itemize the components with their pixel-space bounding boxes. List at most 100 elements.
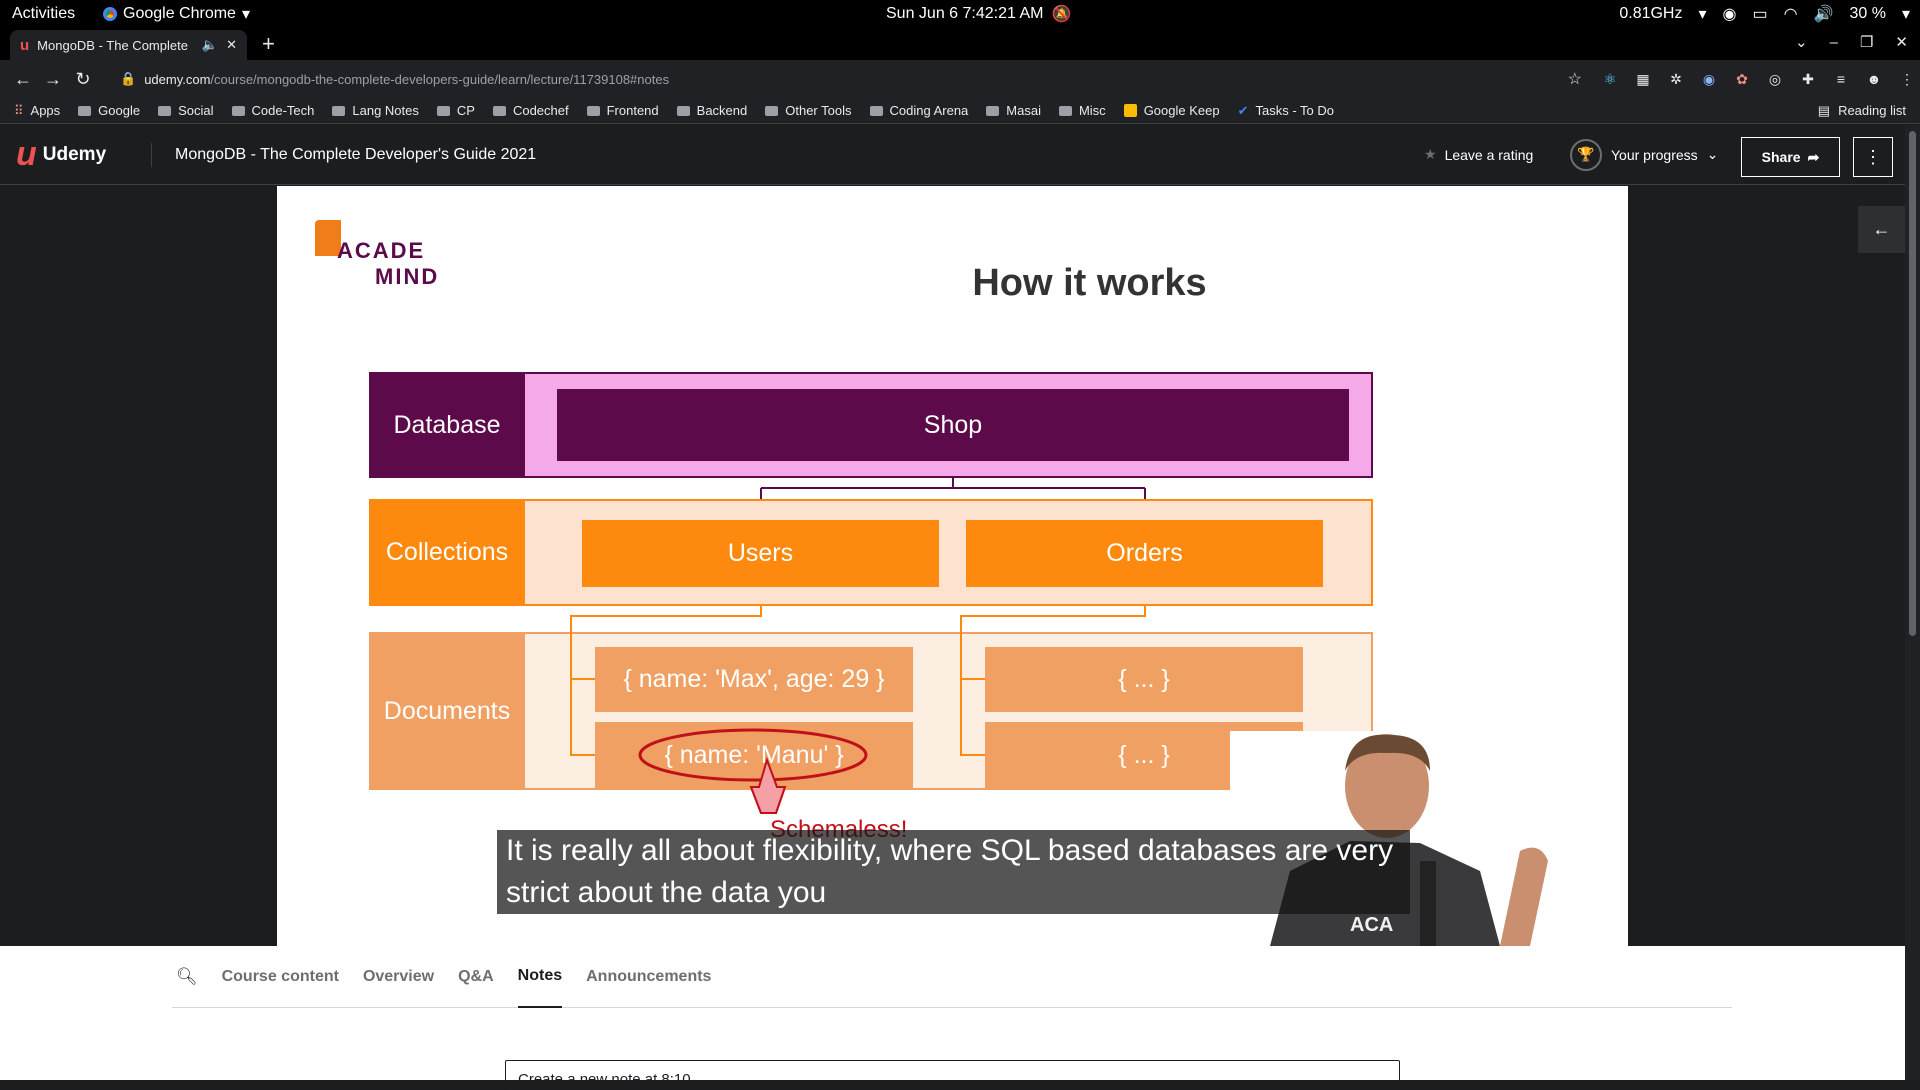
page-scrollbar[interactable]	[1905, 125, 1920, 1080]
bookmark-folder[interactable]: Backend	[676, 103, 747, 118]
kebab-menu-icon: ⋮	[1864, 146, 1882, 167]
bookmark-folder[interactable]: Code-Tech	[231, 103, 314, 118]
collections-label: Collections	[369, 499, 525, 606]
bookmark-star-icon[interactable]: ☆	[1568, 69, 1582, 89]
your-progress-button[interactable]: 🏆 Your progress ⌄	[1570, 138, 1719, 171]
reload-icon[interactable]: ↻	[68, 69, 98, 90]
profile-avatar-icon[interactable]: ☻	[1864, 69, 1884, 89]
course-tabs: 🔍︎ Course content Overview Q&A Notes Ann…	[172, 946, 1732, 1008]
folder-icon	[158, 105, 172, 116]
maximize-icon[interactable]: ❐	[1860, 33, 1873, 51]
extension-icon[interactable]: ◎	[1765, 69, 1785, 89]
extension-icon[interactable]: ✲	[1666, 69, 1686, 89]
lock-icon[interactable]: 🔒	[120, 71, 136, 87]
chevron-down-icon: ⌄	[1706, 146, 1719, 162]
close-tab-icon[interactable]: ✕	[226, 37, 237, 53]
course-title[interactable]: MongoDB - The Complete Developer's Guide…	[175, 146, 536, 164]
bookmark-tasks[interactable]: ✔ Tasks - To Do	[1238, 103, 1334, 119]
bookmark-apps[interactable]: ⠿ Apps	[14, 103, 60, 119]
minimize-icon[interactable]: –	[1830, 34, 1838, 51]
bookmark-folder[interactable]: CP	[436, 103, 475, 118]
bookmarks-bar: ⠿ Apps Google Social Code-Tech Lang Notes…	[0, 98, 1920, 124]
extension-icon[interactable]: ▦	[1633, 69, 1653, 89]
app-name: Google Chrome	[123, 4, 236, 22]
folder-icon	[231, 105, 245, 116]
bookmark-folder[interactable]: Other Tools	[765, 103, 852, 118]
udemy-u-icon: u	[16, 135, 37, 173]
scrollbar-thumb[interactable]	[1909, 131, 1916, 636]
apps-grid-icon: ⠿	[14, 102, 24, 118]
shirt-logo-icon: ACA	[1350, 914, 1393, 936]
browser-tab-strip: u MongoDB - The Complete 🔈 ✕ + ⌄ – ❐ ✕	[0, 27, 1920, 60]
video-player[interactable]: ACADE MIND How it works Database Shop Co…	[0, 186, 1905, 946]
udemy-logo[interactable]: u Udemy	[16, 135, 106, 174]
discord-icon[interactable]: ◉	[1723, 4, 1737, 24]
bookmark-folder[interactable]: Lang Notes	[332, 103, 419, 118]
folder-icon	[492, 105, 506, 116]
color-picker-icon[interactable]: ✿	[1732, 69, 1752, 89]
chrome-icon	[103, 6, 117, 21]
leave-rating-button[interactable]: ★ Leave a rating	[1424, 146, 1533, 163]
folder-icon	[586, 105, 600, 116]
chevron-down-icon: ▾	[1698, 5, 1707, 23]
window-controls: ⌄ – ❐ ✕	[1795, 33, 1908, 52]
document-max: { name: 'Max', age: 29 }	[595, 647, 913, 712]
lecture-slide[interactable]: ACADE MIND How it works Database Shop Co…	[277, 186, 1628, 946]
share-arrow-icon: ➦	[1807, 148, 1820, 165]
bookmark-folder[interactable]: Masai	[986, 103, 1041, 118]
url-host: udemy.com	[144, 71, 211, 87]
battery-level: 30 %	[1849, 4, 1886, 22]
search-icon[interactable]: 🔍︎	[176, 967, 198, 987]
bookmark-google-keep[interactable]: Google Keep	[1123, 103, 1220, 118]
bookmark-folder[interactable]: Codechef	[492, 103, 569, 118]
puzzle-icon[interactable]: ✚	[1798, 69, 1818, 89]
star-icon: ★	[1424, 146, 1437, 162]
activities-button[interactable]: Activities	[12, 5, 75, 23]
bookmark-folder[interactable]: Google	[78, 103, 140, 118]
arrow-left-icon: ←	[1872, 219, 1891, 239]
react-devtools-icon[interactable]: ⚛	[1600, 69, 1620, 89]
tab-overview[interactable]: Overview	[363, 946, 434, 1008]
browser-tab-active[interactable]: u MongoDB - The Complete 🔈 ✕	[10, 30, 247, 60]
system-tray[interactable]: 0.81GHz ▾ ◉ ▭ ◠ 🔊 30 % ▾	[1619, 4, 1910, 24]
back-arrow-icon[interactable]: ←	[8, 69, 38, 90]
speaker-icon[interactable]: 🔈	[202, 37, 218, 53]
new-tab-button[interactable]: +	[262, 31, 275, 57]
leave-rating-label: Leave a rating	[1444, 146, 1534, 163]
reading-list-button[interactable]: ▤ Reading list	[1818, 103, 1906, 119]
extensions-area: ⚛ ▦ ✲ ◉ ✿ ◎ ✚ ≡ ☻ ⋮	[1600, 69, 1917, 89]
udemy-course-header: u Udemy MongoDB - The Complete Developer…	[0, 125, 1920, 185]
course-tabs-section: 🔍︎ Course content Overview Q&A Notes Ann…	[0, 946, 1905, 1090]
browser-toolbar: ← → ↻ 🔒 udemy.com/course/mongodb-the-com…	[0, 60, 1920, 98]
tab-course-content[interactable]: Course content	[222, 946, 339, 1008]
reading-list-icon: ▤	[1817, 102, 1831, 118]
media-control-icon[interactable]: ≡	[1831, 69, 1851, 89]
tab-search-icon[interactable]: ⌄	[1795, 33, 1808, 51]
system-top-bar: Activities Google Chrome ▾ Sun Jun 6 7:4…	[0, 0, 1920, 27]
app-menu[interactable]: Google Chrome ▾	[103, 4, 250, 24]
tab-qa[interactable]: Q&A	[458, 946, 494, 1008]
folder-icon	[332, 105, 346, 116]
chrome-menu-icon[interactable]: ⋮	[1897, 69, 1917, 89]
more-options-button[interactable]: ⋮	[1853, 137, 1893, 177]
address-bar[interactable]: 🔒 udemy.com/course/mongodb-the-complete-…	[108, 65, 1582, 93]
tab-announcements[interactable]: Announcements	[586, 946, 711, 1008]
expand-sidebar-button[interactable]: ←	[1858, 206, 1905, 253]
bookmark-folder[interactable]: Coding Arena	[869, 103, 968, 118]
close-window-icon[interactable]: ✕	[1895, 33, 1908, 51]
create-note-input[interactable]: Create a new note at 8:10	[505, 1060, 1400, 1090]
url-path: /course/mongodb-the-complete-developers-…	[210, 71, 670, 87]
bookmark-folder[interactable]: Misc	[1058, 103, 1106, 118]
document-manu: { name: 'Manu' }	[595, 722, 913, 788]
tab-notes[interactable]: Notes	[517, 946, 563, 1008]
forward-arrow-icon[interactable]: →	[38, 69, 68, 90]
folder-icon	[765, 105, 779, 116]
bookmark-folder[interactable]: Social	[158, 103, 214, 118]
folder-icon	[869, 105, 883, 116]
clock[interactable]: Sun Jun 6 7:42:21 AM 🔕	[886, 4, 1071, 24]
folder-icon	[78, 105, 92, 116]
extension-icon[interactable]: ◉	[1699, 69, 1719, 89]
bookmark-folder[interactable]: Frontend	[586, 103, 659, 118]
share-button[interactable]: Share ➦	[1741, 137, 1840, 177]
display-icon[interactable]: ▭	[1752, 4, 1767, 24]
